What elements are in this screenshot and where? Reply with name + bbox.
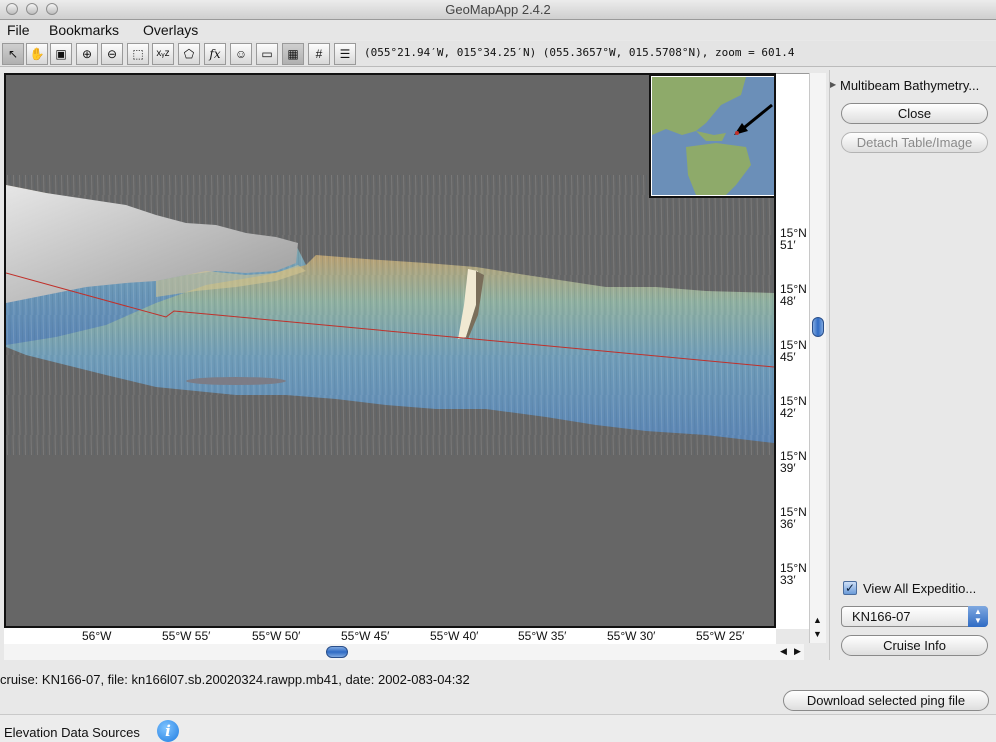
menu-bookmarks[interactable]: Bookmarks	[49, 21, 119, 39]
globe-icon: ☺	[234, 47, 248, 61]
view-all-expeditions-checkbox[interactable]: ✓	[843, 581, 857, 595]
zoom-out-button[interactable]: ⊖	[101, 43, 123, 65]
zoom-in-button[interactable]: ⊕	[76, 43, 98, 65]
cruise-select-value: KN166-07	[852, 609, 911, 624]
menu-file[interactable]: File	[7, 21, 30, 39]
window-titlebar: GeoMapApp 2.4.2	[0, 0, 996, 20]
close-window-icon[interactable]	[6, 3, 18, 15]
select-arrows-icon: ▲ ▼	[968, 606, 988, 627]
lat-label-48: 15°N 48′	[780, 282, 807, 308]
lat-label-36: 15°N 36′	[780, 505, 807, 531]
zoom-out-icon: ⊖	[106, 47, 118, 61]
map-horizontal-scrollbar[interactable]: ◀ ▶	[4, 644, 804, 660]
frame-icon: ▭	[261, 47, 273, 61]
window-title: GeoMapApp 2.4.2	[445, 2, 551, 17]
panel-title: Multibeam Bathymetry...	[840, 78, 980, 93]
info-icon[interactable]: i	[157, 720, 179, 742]
scroll-down-arrow-icon[interactable]: ▼	[813, 629, 822, 639]
scroll-left-arrow-icon[interactable]: ◀	[780, 646, 787, 657]
bottom-bar: Elevation Data Sources i	[0, 714, 996, 742]
bathymetry-map[interactable]	[6, 75, 774, 626]
lon-label-55-45: 55°W 45′	[341, 629, 390, 643]
xyz-profile-button[interactable]: xᵧz	[152, 43, 174, 65]
lon-label-55-35: 55°W 35′	[518, 629, 567, 643]
select-tool-icon: ↖	[7, 47, 19, 61]
lon-label-56: 56°W	[82, 629, 112, 643]
scroll-right-arrow-icon[interactable]: ▶	[794, 646, 801, 657]
lat-label-45: 15°N 45′	[780, 338, 807, 364]
grid-button[interactable]: ▦	[282, 43, 304, 65]
close-button[interactable]: Close	[841, 103, 988, 124]
frame-button[interactable]: ▭	[256, 43, 278, 65]
nasa-grid-button[interactable]: #	[308, 43, 330, 65]
scroll-up-arrow-icon[interactable]: ▲	[813, 615, 822, 625]
zoom-window-icon[interactable]	[46, 3, 58, 15]
layers-list-button[interactable]: ☰	[334, 43, 356, 65]
lat-label-39: 15°N 39′	[780, 449, 807, 475]
latitude-axis: 15°N 51′ 15°N 48′ 15°N 45′ 15°N 42′ 15°N…	[776, 73, 809, 629]
multibeam-side-panel: ▶ Multibeam Bathymetry...	[829, 70, 996, 660]
download-ping-file-button[interactable]: Download selected ping file	[783, 690, 989, 711]
map-view[interactable]	[4, 73, 776, 628]
lon-label-55-25: 55°W 25′	[696, 629, 745, 643]
save-button[interactable]: ▣	[50, 43, 72, 65]
lon-label-55-30: 55°W 30′	[607, 629, 656, 643]
polygon-draw-button[interactable]: ⬠	[178, 43, 200, 65]
cruise-info-button[interactable]: Cruise Info	[841, 635, 988, 656]
elevation-data-sources-label[interactable]: Elevation Data Sources	[4, 725, 140, 740]
menu-overlays[interactable]: Overlays	[143, 21, 198, 39]
horizontal-scroll-thumb[interactable]	[326, 646, 348, 658]
function-button[interactable]: fx	[204, 43, 226, 65]
lat-label-51: 15°N 51′	[780, 226, 807, 252]
layers-list-icon: ☰	[339, 47, 351, 61]
rectangle-select-button[interactable]: ⬚	[127, 43, 149, 65]
save-icon: ▣	[55, 47, 67, 61]
grid-icon: ▦	[287, 47, 299, 61]
location-marker	[735, 131, 739, 135]
globe-button[interactable]: ☺	[230, 43, 252, 65]
lat-label-42: 15°N 42′	[780, 394, 807, 420]
polygon-draw-icon: ⬠	[183, 47, 195, 61]
select-tool-button[interactable]: ↖	[2, 43, 24, 65]
data-gap	[186, 377, 286, 385]
lat-label-33: 15°N 33′	[780, 561, 807, 587]
lon-label-55-40: 55°W 40′	[430, 629, 479, 643]
vertical-scroll-thumb[interactable]	[812, 317, 824, 337]
menu-bar: File Bookmarks Overlays	[0, 20, 996, 40]
view-all-expeditions-label: View All Expeditio...	[863, 581, 977, 596]
lon-label-55-55: 55°W 55′	[162, 629, 211, 643]
pan-hand-icon: ✋	[29, 47, 45, 61]
zoom-in-icon: ⊕	[81, 47, 93, 61]
nasa-grid-icon: #	[315, 47, 323, 61]
minimize-window-icon[interactable]	[26, 3, 38, 15]
xyz-profile-icon: xᵧz	[156, 48, 170, 59]
function-icon: fx	[209, 47, 221, 61]
status-text: cruise: KN166-07, file: kn166l07.sb.2002…	[0, 672, 470, 687]
detach-table-button[interactable]: Detach Table/Image	[841, 132, 988, 153]
coordinate-readout: (055°21.94′W, 015°34.25′N) (055.3657°W, …	[364, 46, 795, 59]
pan-tool-button[interactable]: ✋	[26, 43, 48, 65]
cruise-select[interactable]: KN166-07 ▲ ▼	[841, 606, 988, 627]
rectangle-select-icon: ⬚	[132, 47, 144, 61]
lon-label-55-50: 55°W 50′	[252, 629, 301, 643]
map-vertical-scrollbar[interactable]: ▲ ▼	[809, 73, 826, 643]
panel-expand-icon[interactable]: ▶	[830, 80, 836, 89]
